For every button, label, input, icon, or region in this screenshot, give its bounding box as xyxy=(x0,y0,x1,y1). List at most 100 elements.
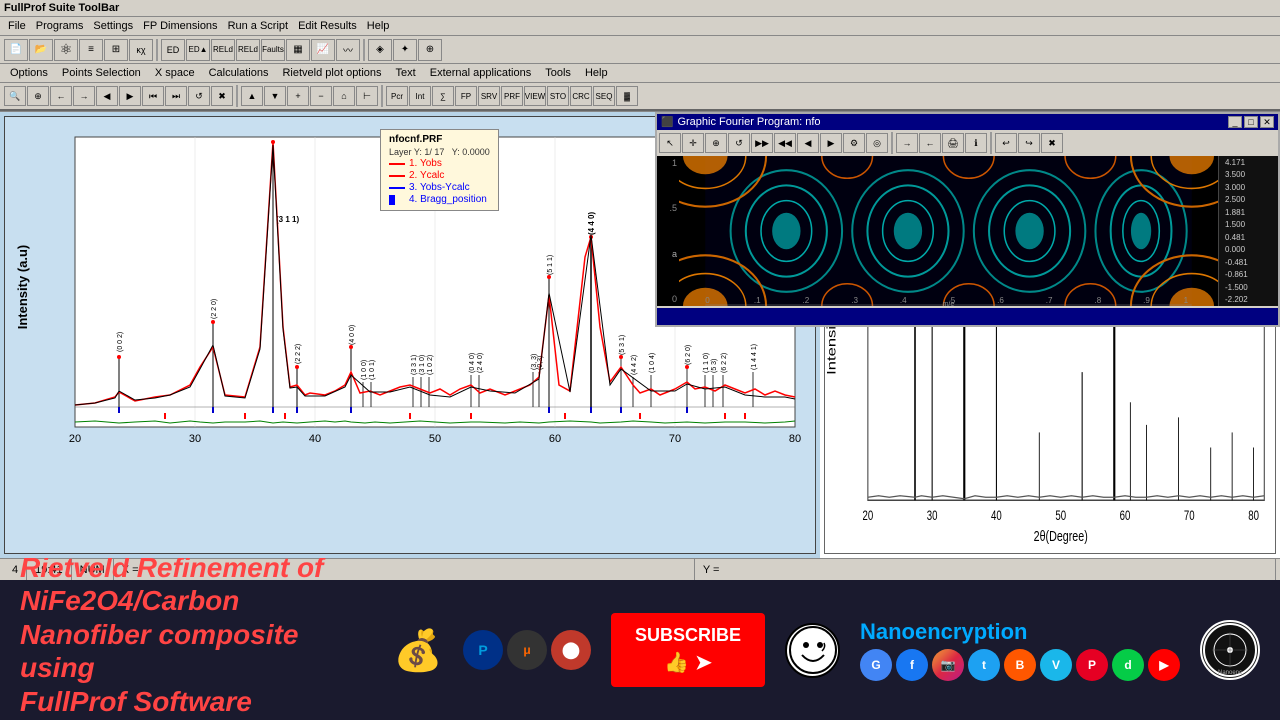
f-refresh[interactable]: ↺ xyxy=(728,133,750,153)
legend-yobs-ycalc: 3. Yobs-Ycalc xyxy=(389,182,490,193)
f-move[interactable]: ⊕ xyxy=(705,133,727,153)
menu-fp-dimensions[interactable]: FP Dimensions xyxy=(139,19,221,33)
fourier-maximize[interactable]: □ xyxy=(1244,116,1258,128)
twitter-icon[interactable]: t xyxy=(968,649,1000,681)
youtube-icon[interactable]: ▶ xyxy=(1148,649,1180,681)
fourier-window[interactable]: ⬛ Graphic Fourier Program: nfo _ □ ✕ ↖ ✛… xyxy=(655,112,1280,327)
sto-btn[interactable]: STO xyxy=(547,86,569,106)
f-cursor[interactable]: ↖ xyxy=(659,133,681,153)
new-btn[interactable]: 📄 xyxy=(4,39,28,61)
google-icon[interactable]: G xyxy=(860,649,892,681)
crystal-btn[interactable]: ◈ xyxy=(368,39,392,61)
arrow-d[interactable]: ▼ xyxy=(264,86,286,106)
menu-settings[interactable]: Settings xyxy=(89,19,137,33)
menu-help[interactable]: Help xyxy=(363,19,394,33)
sep1 xyxy=(156,39,158,61)
seq-btn[interactable]: SEQ xyxy=(593,86,615,106)
open-btn[interactable]: 📂 xyxy=(29,39,53,61)
f-step-l[interactable]: ◀◀ xyxy=(774,133,796,153)
f-fwd[interactable]: ▶ xyxy=(820,133,842,153)
f-back[interactable]: ◀ xyxy=(797,133,819,153)
magnify-btn[interactable]: 🔍 xyxy=(4,86,26,106)
menu-external-apps[interactable]: External applications xyxy=(424,66,538,80)
match-btn[interactable]: ⊕ xyxy=(418,39,442,61)
list-btn[interactable]: ≡ xyxy=(79,39,103,61)
money-bag-icon: 💰 xyxy=(393,627,443,674)
reld2-btn[interactable]: RELd xyxy=(236,39,260,61)
menu-file[interactable]: File xyxy=(4,19,30,33)
menu-help2[interactable]: Help xyxy=(579,66,614,80)
instagram-icon[interactable]: 📷 xyxy=(932,649,964,681)
home-btn[interactable]: ⌂ xyxy=(333,86,355,106)
atom-btn[interactable]: ⚛ xyxy=(54,39,78,61)
pcr-btn[interactable]: Pcr xyxy=(386,86,408,106)
wave-btn[interactable]: 〰 xyxy=(336,39,360,61)
crc-btn[interactable]: CRC xyxy=(570,86,592,106)
plot-btn[interactable]: 📈 xyxy=(311,39,335,61)
bars-btn[interactable]: ▦ xyxy=(286,39,310,61)
last-btn[interactable]: ▓ xyxy=(616,86,638,106)
f-arrow-r[interactable]: → xyxy=(896,133,918,153)
arrow-u[interactable]: ▲ xyxy=(241,86,263,106)
f-cross[interactable]: ✛ xyxy=(682,133,704,153)
svg-text:(4 0 0): (4 0 0) xyxy=(349,325,356,345)
menu-x-space[interactable]: X space xyxy=(149,66,201,80)
subscribe-button[interactable]: SUBSCRIBE 👍 ➤ xyxy=(611,613,765,687)
skip-back[interactable]: ⏮ xyxy=(142,86,164,106)
int-btn[interactable]: Int xyxy=(409,86,431,106)
fourier-titlebar[interactable]: ⬛ Graphic Fourier Program: nfo _ □ ✕ xyxy=(657,114,1278,130)
deviant-icon[interactable]: d xyxy=(1112,649,1144,681)
menu-tools[interactable]: Tools xyxy=(539,66,577,80)
srv-btn[interactable]: SRV xyxy=(478,86,500,106)
fourier-close[interactable]: ✕ xyxy=(1260,116,1274,128)
menu-programs[interactable]: Programs xyxy=(32,19,88,33)
table-btn[interactable]: ⊞ xyxy=(104,39,128,61)
f-target[interactable]: ◎ xyxy=(866,133,888,153)
vimeo-icon[interactable]: V xyxy=(1040,649,1072,681)
fourier-minimize[interactable]: _ xyxy=(1228,116,1242,128)
sym-btn[interactable]: ✦ xyxy=(393,39,417,61)
plus-btn[interactable]: + xyxy=(287,86,309,106)
fourier-colormap-svg: 0 .1 .2 .3 .4 .5 .6 .7 .8 .9 1 m/e xyxy=(679,156,1218,306)
left-btn[interactable]: ← xyxy=(50,86,72,106)
f-undo[interactable]: ↩ xyxy=(995,133,1017,153)
menu-edit-results[interactable]: Edit Results xyxy=(294,19,361,33)
right-btn[interactable]: → xyxy=(73,86,95,106)
faults-btn[interactable]: Faults xyxy=(261,39,285,61)
minus-btn[interactable]: − xyxy=(310,86,332,106)
zoom-btn[interactable]: ⊕ xyxy=(27,86,49,106)
fourier-toolbar: ↖ ✛ ⊕ ↺ ▶▶ ◀◀ ◀ ▶ ⚙ ◎ → ← 🖨 ℹ ↩ ↪ ✖ xyxy=(657,130,1278,156)
menu-calculations[interactable]: Calculations xyxy=(203,66,275,80)
menu-text[interactable]: Text xyxy=(390,66,422,80)
fp-btn[interactable]: FP xyxy=(455,86,477,106)
yobs-line-icon xyxy=(389,163,405,165)
f-info[interactable]: ℹ xyxy=(965,133,987,153)
f-close2[interactable]: ✖ xyxy=(1041,133,1063,153)
ed-btn[interactable]: ED xyxy=(161,39,185,61)
cross-btn[interactable]: ✖ xyxy=(211,86,233,106)
reld-btn[interactable]: RELd xyxy=(211,39,235,61)
f-arrow-l[interactable]: ← xyxy=(919,133,941,153)
ed-prc-btn[interactable]: ED▲ xyxy=(186,39,210,61)
skip-fwd[interactable]: ⏭ xyxy=(165,86,187,106)
prf-btn[interactable]: PRF xyxy=(501,86,523,106)
pinterest-icon[interactable]: P xyxy=(1076,649,1108,681)
svg-text:40: 40 xyxy=(991,508,1002,523)
menu-rietveld-plot[interactable]: Rietveld plot options xyxy=(276,66,387,80)
f-step-r[interactable]: ▶▶ xyxy=(751,133,773,153)
f-print[interactable]: 🖨 xyxy=(942,133,964,153)
view-btn[interactable]: VIEW xyxy=(524,86,546,106)
facebook-icon[interactable]: f xyxy=(896,649,928,681)
menu-run-script[interactable]: Run a Script xyxy=(224,19,293,33)
menu-points-selection[interactable]: Points Selection xyxy=(56,66,147,80)
f-redo[interactable]: ↪ xyxy=(1018,133,1040,153)
end-btn[interactable]: ⊢ xyxy=(356,86,378,106)
next-btn[interactable]: ▶ xyxy=(119,86,141,106)
prev-btn[interactable]: ◀ xyxy=(96,86,118,106)
sum-btn[interactable]: ∑ xyxy=(432,86,454,106)
reset-btn[interactable]: ↺ xyxy=(188,86,210,106)
blogger-icon[interactable]: B xyxy=(1004,649,1036,681)
f-settings[interactable]: ⚙ xyxy=(843,133,865,153)
menu-options[interactable]: Options xyxy=(4,66,54,80)
kchi-btn[interactable]: κχ xyxy=(129,39,153,61)
